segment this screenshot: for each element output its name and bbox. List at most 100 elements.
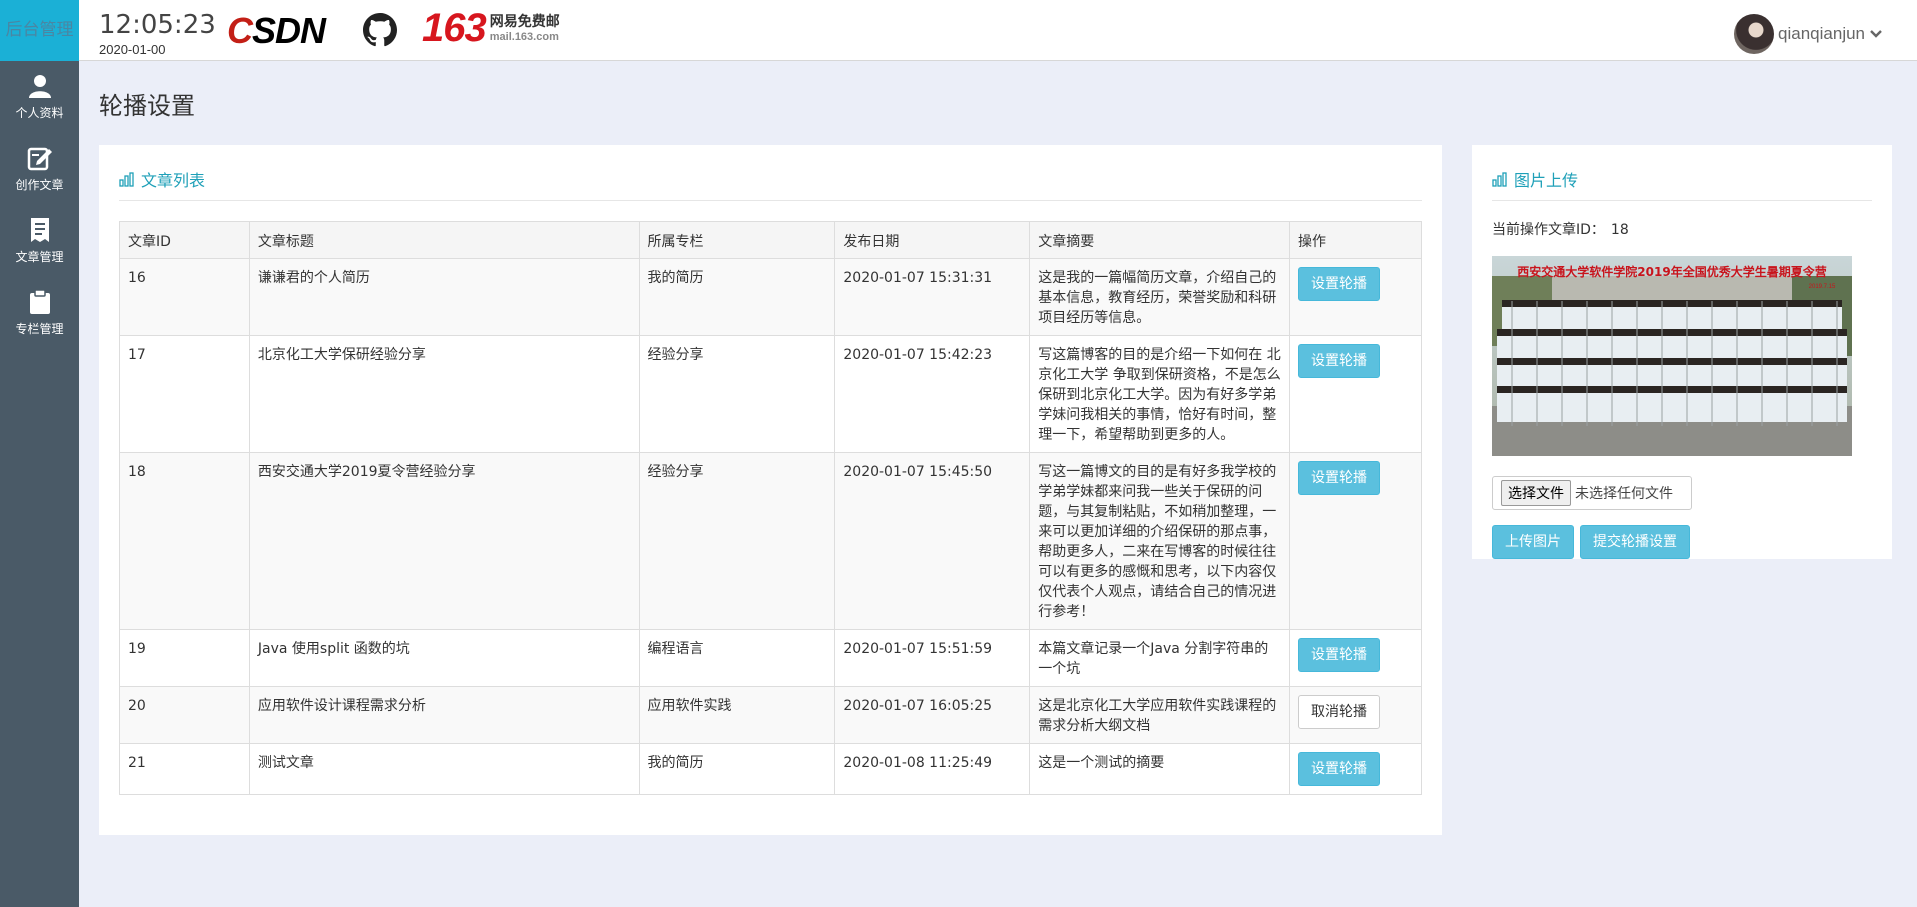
user-menu[interactable]: qianqianjun <box>1734 14 1883 54</box>
carousel-preview-image: 西安交通大学软件学院2019年全国优秀大学生暑期夏令营 2019.7.15 <box>1492 256 1852 456</box>
clock: 12:05:23 2020-01-00 <box>99 10 216 57</box>
set-carousel-button[interactable]: 设置轮播 <box>1298 267 1381 301</box>
upload-image-button[interactable]: 上传图片 <box>1492 525 1574 559</box>
cell-column: 我的简历 <box>638 743 836 795</box>
cell-title: 北京化工大学保研经验分享 <box>248 335 640 453</box>
cell-summary: 这是我的一篇幅简历文章，介绍自己的基本信息，教育经历，荣誉奖励和科研项目经历等信… <box>1029 258 1291 336</box>
table-row: 16 谦谦君的个人简历 我的简历 2020-01-07 15:31:31 这是我… <box>119 258 1422 336</box>
clock-time: 12:05:23 <box>99 10 216 40</box>
user-icon <box>28 75 51 98</box>
mail163-logo[interactable]: 163 网易免费邮 mail.163.com <box>422 8 560 48</box>
clock-date: 2020-01-00 <box>99 42 166 57</box>
column-header: 操作 <box>1289 221 1422 259</box>
cell-date: 2020-01-07 15:45:50 <box>834 452 1031 630</box>
sidebar-item-profile[interactable]: 个人资料 <box>0 61 79 133</box>
edit-icon <box>27 147 52 171</box>
csdn-logo-rest: SDN <box>252 10 326 51</box>
clipboard-icon <box>29 289 50 314</box>
image-upload-panel: 图片上传 当前操作文章ID： 18 西安交通大学软件学院2019年全国优秀大学生… <box>1472 145 1892 559</box>
sidebar: 后台管理 个人资料 创作文章 文章管理 专栏管理 <box>0 0 79 907</box>
cell-summary: 这是北京化工大学应用软件实践课程的需求分析大纲文档 <box>1029 686 1291 744</box>
photo-banner: 西安交通大学软件学院2019年全国优秀大学生暑期夏令营 <box>1517 264 1826 279</box>
cell-title: Java 使用split 函数的坑 <box>248 629 640 687</box>
csdn-logo-c: C <box>227 10 253 51</box>
document-icon <box>30 218 49 242</box>
set-carousel-button[interactable]: 设置轮播 <box>1298 752 1381 786</box>
cell-action: 取消轮播 <box>1289 686 1422 744</box>
table-row: 19 Java 使用split 函数的坑 编程语言 2020-01-07 15:… <box>119 629 1422 687</box>
mail163-en: mail.163.com <box>489 31 559 43</box>
page-title: 轮播设置 <box>99 92 195 120</box>
csdn-logo[interactable]: CSDN <box>227 10 326 52</box>
cell-date: 2020-01-07 15:51:59 <box>834 629 1031 687</box>
bar-chart-icon <box>1492 172 1507 187</box>
cell-action: 设置轮播 <box>1289 335 1422 453</box>
cell-action: 设置轮播 <box>1289 452 1422 630</box>
cell-title: 西安交通大学2019夏令营经验分享 <box>248 452 640 630</box>
file-input[interactable]: 选择文件 未选择任何文件 <box>1492 476 1692 510</box>
cell-column: 应用软件实践 <box>638 686 836 744</box>
mail163-number: 163 <box>422 6 487 50</box>
mail163-cn: 网易免费邮 <box>489 14 560 30</box>
table-row: 20 应用软件设计课程需求分析 应用软件实践 2020-01-07 16:05:… <box>119 686 1422 744</box>
cell-summary: 写这一篇博文的目的是有好多我学校的学弟学妹都来问我一些关于保研的问题，与其复制粘… <box>1029 452 1291 630</box>
photo-date: 2019.7.15 <box>1809 284 1836 290</box>
username[interactable]: qianqianjun <box>1778 24 1865 44</box>
sidebar-item-write[interactable]: 创作文章 <box>0 133 79 205</box>
bar-chart-icon <box>119 172 134 187</box>
cell-date: 2020-01-07 15:31:31 <box>834 258 1031 336</box>
cell-column: 我的简历 <box>638 258 836 336</box>
sidebar-item-label: 文章管理 <box>15 250 64 264</box>
panel-header: 文章列表 <box>119 167 1422 201</box>
panel-header: 图片上传 <box>1492 167 1872 201</box>
table-row: 18 西安交通大学2019夏令营经验分享 经验分享 2020-01-07 15:… <box>119 452 1422 630</box>
article-list-panel: 文章列表 文章ID 文章标题 所属专栏 发布日期 文章摘要 操作 16 谦谦君的… <box>99 145 1442 835</box>
table-row: 21 测试文章 我的简历 2020-01-08 11:25:49 这是一个测试的… <box>119 743 1422 795</box>
cell-id: 19 <box>119 629 250 687</box>
set-carousel-button[interactable]: 设置轮播 <box>1298 638 1381 672</box>
cancel-carousel-button[interactable]: 取消轮播 <box>1298 695 1381 729</box>
cell-title: 应用软件设计课程需求分析 <box>248 686 640 744</box>
table-header-row: 文章ID 文章标题 所属专栏 发布日期 文章摘要 操作 <box>119 221 1422 259</box>
column-header: 文章摘要 <box>1029 221 1291 259</box>
sidebar-item-label: 创作文章 <box>15 178 64 192</box>
submit-carousel-button[interactable]: 提交轮播设置 <box>1580 525 1690 559</box>
cell-id: 18 <box>119 452 250 630</box>
cell-id: 20 <box>119 686 250 744</box>
panel-title: 文章列表 <box>141 171 206 190</box>
cell-id: 21 <box>119 743 250 795</box>
current-article-id: 当前操作文章ID： 18 <box>1492 219 1629 239</box>
sidebar-item-articles[interactable]: 文章管理 <box>0 205 79 277</box>
top-bar: 12:05:23 2020-01-00 CSDN 163 网易免费邮 mail.… <box>79 0 1917 61</box>
cell-id: 16 <box>119 258 250 336</box>
cell-action: 设置轮播 <box>1289 258 1422 336</box>
cell-date: 2020-01-07 15:42:23 <box>834 335 1031 453</box>
column-header: 文章ID <box>119 221 250 259</box>
cell-action: 设置轮播 <box>1289 629 1422 687</box>
cell-title: 谦谦君的个人简历 <box>248 258 640 336</box>
brand-title[interactable]: 后台管理 <box>0 0 79 61</box>
panel-title: 图片上传 <box>1514 171 1579 190</box>
column-header: 文章标题 <box>248 221 640 259</box>
column-header: 发布日期 <box>834 221 1031 259</box>
cell-action: 设置轮播 <box>1289 743 1422 795</box>
set-carousel-button[interactable]: 设置轮播 <box>1298 461 1381 495</box>
avatar[interactable] <box>1734 14 1775 54</box>
set-carousel-button[interactable]: 设置轮播 <box>1298 344 1381 378</box>
chevron-down-icon[interactable] <box>1869 27 1883 41</box>
github-icon[interactable] <box>363 13 397 47</box>
cell-summary: 写这篇博客的目的是介绍一下如何在 北京化工大学 争取到保研资格，不是怎么保研到北… <box>1029 335 1291 453</box>
cell-summary: 本篇文章记录一个Java 分割字符串的一个坑 <box>1029 629 1291 687</box>
cell-summary: 这是一个测试的摘要 <box>1029 743 1291 795</box>
sidebar-item-label: 个人资料 <box>15 106 64 120</box>
cell-column: 经验分享 <box>638 452 836 630</box>
table-row: 17 北京化工大学保研经验分享 经验分享 2020-01-07 15:42:23… <box>119 335 1422 453</box>
cell-date: 2020-01-08 11:25:49 <box>834 743 1031 795</box>
current-id-label: 当前操作文章ID： <box>1492 222 1605 238</box>
cell-title: 测试文章 <box>248 743 640 795</box>
article-table: 文章ID 文章标题 所属专栏 发布日期 文章摘要 操作 16 谦谦君的个人简历 … <box>119 221 1422 795</box>
choose-file-button[interactable]: 选择文件 <box>1501 480 1571 506</box>
sidebar-item-columns[interactable]: 专栏管理 <box>0 277 79 349</box>
sidebar-item-label: 专栏管理 <box>15 322 64 336</box>
cell-column: 编程语言 <box>638 629 836 687</box>
